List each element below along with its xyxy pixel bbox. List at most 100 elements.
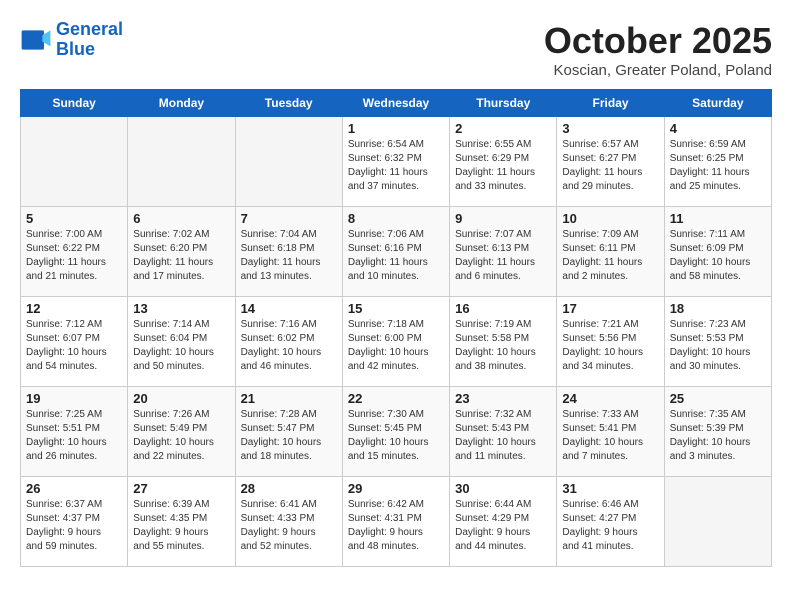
day-info: Sunrise: 7:33 AM Sunset: 5:41 PM Dayligh… [562,408,658,464]
calendar-cell: 14 Sunrise: 7:16 AM Sunset: 6:02 PM Dayli… [235,297,342,387]
calendar-cell [664,477,771,567]
calendar-cell: 18 Sunrise: 7:23 AM Sunset: 5:53 PM Dayli… [664,297,771,387]
col-header-tuesday: Tuesday [235,90,342,117]
calendar-cell: 17 Sunrise: 7:21 AM Sunset: 5:56 PM Dayli… [557,297,664,387]
calendar-week-2: 5Sunrise: 7:00 AM Sunset: 6:22 PM Daylig… [21,207,772,297]
day-info: Sunrise: 6:46 AM Sunset: 4:27 PM Dayligh… [562,498,658,554]
day-number: 17 [562,301,658,316]
day-number: 30 [455,481,551,496]
day-number: 18 [670,301,766,316]
calendar-cell: 15 Sunrise: 7:18 AM Sunset: 6:00 PM Dayli… [342,297,449,387]
page-header: General Blue October 2025 Koscian, Great… [20,20,772,79]
day-number: 20 [133,391,229,406]
calendar-cell: 13 Sunrise: 7:14 AM Sunset: 6:04 PM Dayli… [128,297,235,387]
calendar-table: SundayMondayTuesdayWednesdayThursdayFrid… [20,89,772,567]
day-number: 26 [26,481,122,496]
col-header-monday: Monday [128,90,235,117]
day-info: Sunrise: 6:54 AM Sunset: 6:32 PM Dayligh… [348,138,444,194]
col-header-saturday: Saturday [664,90,771,117]
calendar-cell: 9 Sunrise: 7:07 AM Sunset: 6:13 PM Daylig… [450,207,557,297]
calendar-cell: 7 Sunrise: 7:04 AM Sunset: 6:18 PM Daylig… [235,207,342,297]
day-number: 16 [455,301,551,316]
day-info: Sunrise: 6:41 AM Sunset: 4:33 PM Dayligh… [241,498,337,554]
day-info: Sunrise: 7:00 AM Sunset: 6:22 PM Dayligh… [26,228,122,284]
day-number: 9 [455,211,551,226]
calendar-cell: 27Sunrise: 6:39 AM Sunset: 4:35 PM Dayli… [128,477,235,567]
day-info: Sunrise: 7:11 AM Sunset: 6:09 PM Dayligh… [670,228,766,284]
day-number: 24 [562,391,658,406]
calendar-week-3: 12Sunrise: 7:12 AM Sunset: 6:07 PM Dayli… [21,297,772,387]
calendar-cell: 12Sunrise: 7:12 AM Sunset: 6:07 PM Dayli… [21,297,128,387]
day-number: 21 [241,391,337,406]
day-number: 15 [348,301,444,316]
day-number: 13 [133,301,229,316]
day-info: Sunrise: 7:18 AM Sunset: 6:00 PM Dayligh… [348,318,444,374]
day-number: 14 [241,301,337,316]
day-info: Sunrise: 6:42 AM Sunset: 4:31 PM Dayligh… [348,498,444,554]
day-info: Sunrise: 6:39 AM Sunset: 4:35 PM Dayligh… [133,498,229,554]
day-info: Sunrise: 7:09 AM Sunset: 6:11 PM Dayligh… [562,228,658,284]
day-number: 3 [562,121,658,136]
day-number: 7 [241,211,337,226]
logo-icon [20,24,52,56]
day-number: 19 [26,391,122,406]
calendar-cell: 24 Sunrise: 7:33 AM Sunset: 5:41 PM Dayli… [557,387,664,477]
day-info: Sunrise: 7:32 AM Sunset: 5:43 PM Dayligh… [455,408,551,464]
calendar-cell: 6Sunrise: 7:02 AM Sunset: 6:20 PM Daylig… [128,207,235,297]
day-number: 23 [455,391,551,406]
calendar-cell: 23 Sunrise: 7:32 AM Sunset: 5:43 PM Dayli… [450,387,557,477]
calendar-cell: 28 Sunrise: 6:41 AM Sunset: 4:33 PM Dayli… [235,477,342,567]
day-info: Sunrise: 7:06 AM Sunset: 6:16 PM Dayligh… [348,228,444,284]
calendar-cell: 4Sunrise: 6:59 AM Sunset: 6:25 PM Daylig… [664,117,771,207]
day-number: 31 [562,481,658,496]
day-number: 28 [241,481,337,496]
day-info: Sunrise: 7:14 AM Sunset: 6:04 PM Dayligh… [133,318,229,374]
calendar-week-1: 1 Sunrise: 6:54 AM Sunset: 6:32 PM Daylig… [21,117,772,207]
calendar-cell: 5Sunrise: 7:00 AM Sunset: 6:22 PM Daylig… [21,207,128,297]
day-number: 22 [348,391,444,406]
col-header-wednesday: Wednesday [342,90,449,117]
day-number: 4 [670,121,766,136]
calendar-cell: 29Sunrise: 6:42 AM Sunset: 4:31 PM Dayli… [342,477,449,567]
day-number: 2 [455,121,551,136]
day-info: Sunrise: 7:28 AM Sunset: 5:47 PM Dayligh… [241,408,337,464]
logo: General Blue [20,20,123,60]
day-number: 1 [348,121,444,136]
calendar-cell: 20 Sunrise: 7:26 AM Sunset: 5:49 PM Dayli… [128,387,235,477]
calendar-cell: 26 Sunrise: 6:37 AM Sunset: 4:37 PM Dayli… [21,477,128,567]
logo-text: General Blue [56,20,123,60]
col-header-friday: Friday [557,90,664,117]
calendar-header-row: SundayMondayTuesdayWednesdayThursdayFrid… [21,90,772,117]
day-info: Sunrise: 7:21 AM Sunset: 5:56 PM Dayligh… [562,318,658,374]
calendar-cell: 10 Sunrise: 7:09 AM Sunset: 6:11 PM Dayli… [557,207,664,297]
location-subtitle: Koscian, Greater Poland, Poland [544,62,772,79]
calendar-cell [21,117,128,207]
title-block: October 2025 Koscian, Greater Poland, Po… [544,20,772,79]
day-info: Sunrise: 7:16 AM Sunset: 6:02 PM Dayligh… [241,318,337,374]
calendar-cell: 31 Sunrise: 6:46 AM Sunset: 4:27 PM Dayli… [557,477,664,567]
col-header-thursday: Thursday [450,90,557,117]
day-info: Sunrise: 7:04 AM Sunset: 6:18 PM Dayligh… [241,228,337,284]
calendar-week-5: 26 Sunrise: 6:37 AM Sunset: 4:37 PM Dayli… [21,477,772,567]
calendar-cell [235,117,342,207]
day-info: Sunrise: 6:55 AM Sunset: 6:29 PM Dayligh… [455,138,551,194]
day-info: Sunrise: 7:19 AM Sunset: 5:58 PM Dayligh… [455,318,551,374]
day-info: Sunrise: 6:37 AM Sunset: 4:37 PM Dayligh… [26,498,122,554]
logo-line2: Blue [56,39,95,59]
day-number: 25 [670,391,766,406]
calendar-cell: 19Sunrise: 7:25 AM Sunset: 5:51 PM Dayli… [21,387,128,477]
calendar-cell: 25 Sunrise: 7:35 AM Sunset: 5:39 PM Dayli… [664,387,771,477]
calendar-cell: 11Sunrise: 7:11 AM Sunset: 6:09 PM Dayli… [664,207,771,297]
day-info: Sunrise: 6:57 AM Sunset: 6:27 PM Dayligh… [562,138,658,194]
calendar-cell: 21 Sunrise: 7:28 AM Sunset: 5:47 PM Dayli… [235,387,342,477]
calendar-cell: 22Sunrise: 7:30 AM Sunset: 5:45 PM Dayli… [342,387,449,477]
calendar-cell: 8Sunrise: 7:06 AM Sunset: 6:16 PM Daylig… [342,207,449,297]
day-info: Sunrise: 7:35 AM Sunset: 5:39 PM Dayligh… [670,408,766,464]
day-info: Sunrise: 7:26 AM Sunset: 5:49 PM Dayligh… [133,408,229,464]
calendar-cell: 3 Sunrise: 6:57 AM Sunset: 6:27 PM Daylig… [557,117,664,207]
calendar-cell: 16 Sunrise: 7:19 AM Sunset: 5:58 PM Dayli… [450,297,557,387]
day-info: Sunrise: 7:12 AM Sunset: 6:07 PM Dayligh… [26,318,122,374]
day-info: Sunrise: 7:07 AM Sunset: 6:13 PM Dayligh… [455,228,551,284]
day-info: Sunrise: 7:23 AM Sunset: 5:53 PM Dayligh… [670,318,766,374]
day-number: 10 [562,211,658,226]
